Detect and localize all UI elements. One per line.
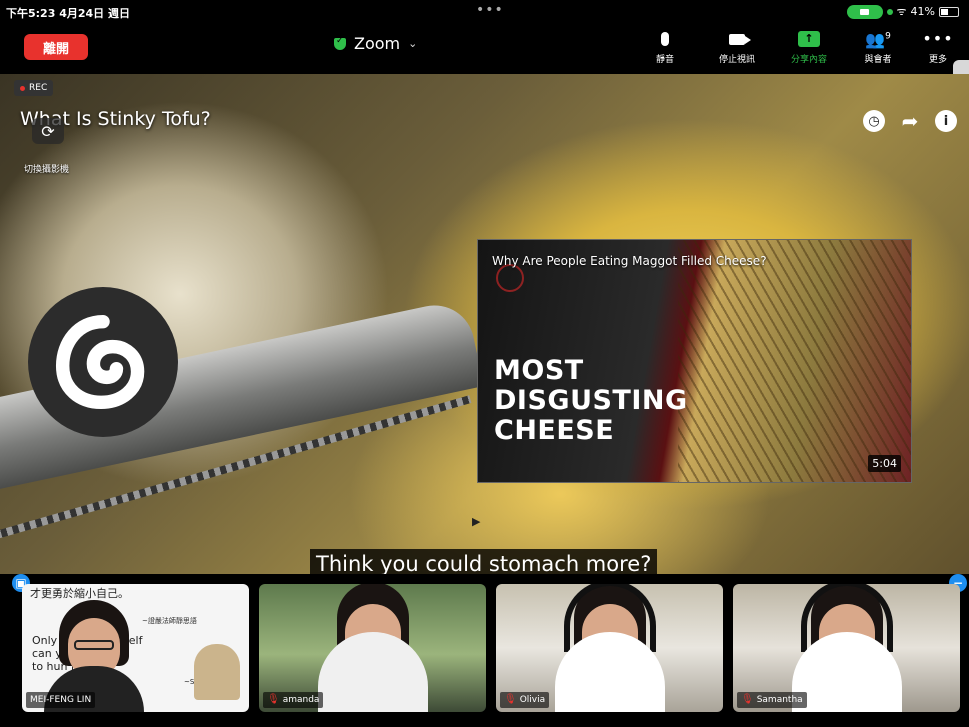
mouse-cursor-icon: ▶	[472, 515, 481, 528]
video-camera-icon	[729, 33, 751, 45]
battery-percent: 41%	[910, 5, 935, 18]
security-shield-icon	[334, 36, 346, 50]
suggested-video-card[interactable]: Why Are People Eating Maggot Filled Chee…	[477, 239, 912, 483]
wifi-icon: ᯤ	[896, 5, 907, 18]
share-content-label: 分享內容	[790, 55, 827, 65]
participant-name: amanda	[282, 695, 320, 705]
participants-icon: 👥9	[865, 29, 891, 49]
participant-tile[interactable]: 才更勇於縮小自己。 ~證嚴法師靜思語 Only y pect yourself …	[22, 584, 249, 712]
glasses-icon	[74, 640, 114, 650]
participant-name-tag: MEI-FENG LIN	[26, 692, 96, 708]
stop-video-button[interactable]: 停止視訊	[714, 28, 760, 65]
microphone-icon	[661, 32, 669, 46]
elder-illustration	[194, 644, 240, 700]
stop-video-label: 停止視訊	[718, 55, 755, 65]
status-right: ᯤ 41%	[846, 4, 959, 19]
participants-label: 與會者	[864, 55, 892, 65]
participants-button[interactable]: 👥9 與會者	[858, 28, 898, 66]
recording-badge: REC	[14, 80, 54, 96]
suggested-video-title: Why Are People Eating Maggot Filled Chee…	[492, 254, 767, 268]
mute-label: 靜音	[655, 55, 674, 65]
switch-camera-button[interactable]: ⟳	[32, 118, 64, 144]
record-dot-icon	[20, 85, 25, 91]
mic-in-use-icon	[886, 8, 893, 15]
participant-name-tag: 🎙 Olivia	[500, 692, 550, 708]
participant-body	[317, 632, 428, 712]
participant-strip: ▣ − 才更勇於縮小自己。 ~證嚴法師靜思語 Only y pect yours…	[0, 574, 969, 727]
more-button[interactable]: ••• 更多	[922, 28, 954, 66]
channel-logo-icon	[28, 287, 178, 437]
shared-screen: REC What Is Stinky Tofu? ⟳ 切換攝影機 ◷ ➦ i W…	[0, 74, 969, 594]
participants-count: 9	[885, 31, 891, 42]
participant-tile[interactable]: 🎙 Olivia	[496, 584, 723, 712]
status-time: 下午5:23 4月24日 週日	[6, 7, 130, 20]
more-label: 更多	[928, 55, 947, 65]
video-overlay-icons: ◷ ➦ i	[863, 109, 957, 133]
video-duration: 5:04	[868, 455, 901, 472]
poster-text: 才更勇於縮小自己。	[30, 587, 129, 600]
participant-name: Olivia	[519, 695, 546, 705]
participant-name-tag: 🎙 Samantha	[737, 692, 807, 708]
camera-rotate-icon: ⟳	[41, 121, 55, 141]
muted-mic-icon: 🎙	[267, 694, 280, 705]
recording-label: REC	[29, 83, 48, 93]
share-arrow-icon: ↑	[798, 31, 820, 47]
multitasking-dots[interactable]: •••	[476, 2, 504, 18]
participant-tile[interactable]: 🎙 Samantha	[733, 584, 960, 712]
camera-in-use-icon	[846, 4, 883, 19]
headline-line-2: DISGUSTING	[494, 385, 688, 416]
more-dots-icon: •••	[922, 29, 954, 48]
poster-source: ~證嚴法師靜思語	[142, 617, 197, 625]
headline-line-1: MOST	[494, 355, 584, 386]
leave-button[interactable]: 離開	[24, 34, 88, 60]
info-icon[interactable]: i	[935, 110, 957, 132]
battery-icon	[939, 6, 959, 17]
muted-mic-icon: 🎙	[504, 694, 517, 705]
participant-tile[interactable]: 🎙 amanda	[259, 584, 486, 712]
chevron-down-icon: ⌄	[408, 37, 418, 50]
swirl-logo-icon	[55, 314, 145, 410]
status-bar: 下午5:23 4月24日 週日 ••• ᯤ 41%	[0, 0, 969, 24]
decor-ring	[496, 264, 524, 292]
headline-line-3: CHEESE	[494, 415, 615, 446]
switch-camera-label: 切換攝影機	[24, 165, 70, 175]
cheese-thumbnail	[678, 240, 911, 482]
share-content-button[interactable]: ↑ 分享內容	[786, 28, 832, 65]
participant-name: MEI-FENG LIN	[30, 695, 92, 705]
meeting-title: Zoom	[354, 34, 401, 53]
watch-later-clock-icon[interactable]: ◷	[863, 110, 885, 132]
participant-name: Samantha	[756, 695, 803, 705]
muted-mic-icon: 🎙	[741, 694, 754, 705]
participant-name-tag: 🎙 amanda	[263, 692, 324, 708]
share-video-icon[interactable]: ➦	[899, 109, 921, 133]
meeting-toolbar: 離開 Zoom ⌄ 靜音 停止視訊 ↑ 分享內容 👥9 與會者 ••• 更多 ‹	[0, 24, 969, 130]
meeting-title-dropdown[interactable]: Zoom ⌄	[334, 34, 417, 53]
mute-button[interactable]: 靜音	[652, 28, 678, 65]
thumbnail-headline: MOST DISGUSTING CHEESE	[494, 356, 688, 446]
